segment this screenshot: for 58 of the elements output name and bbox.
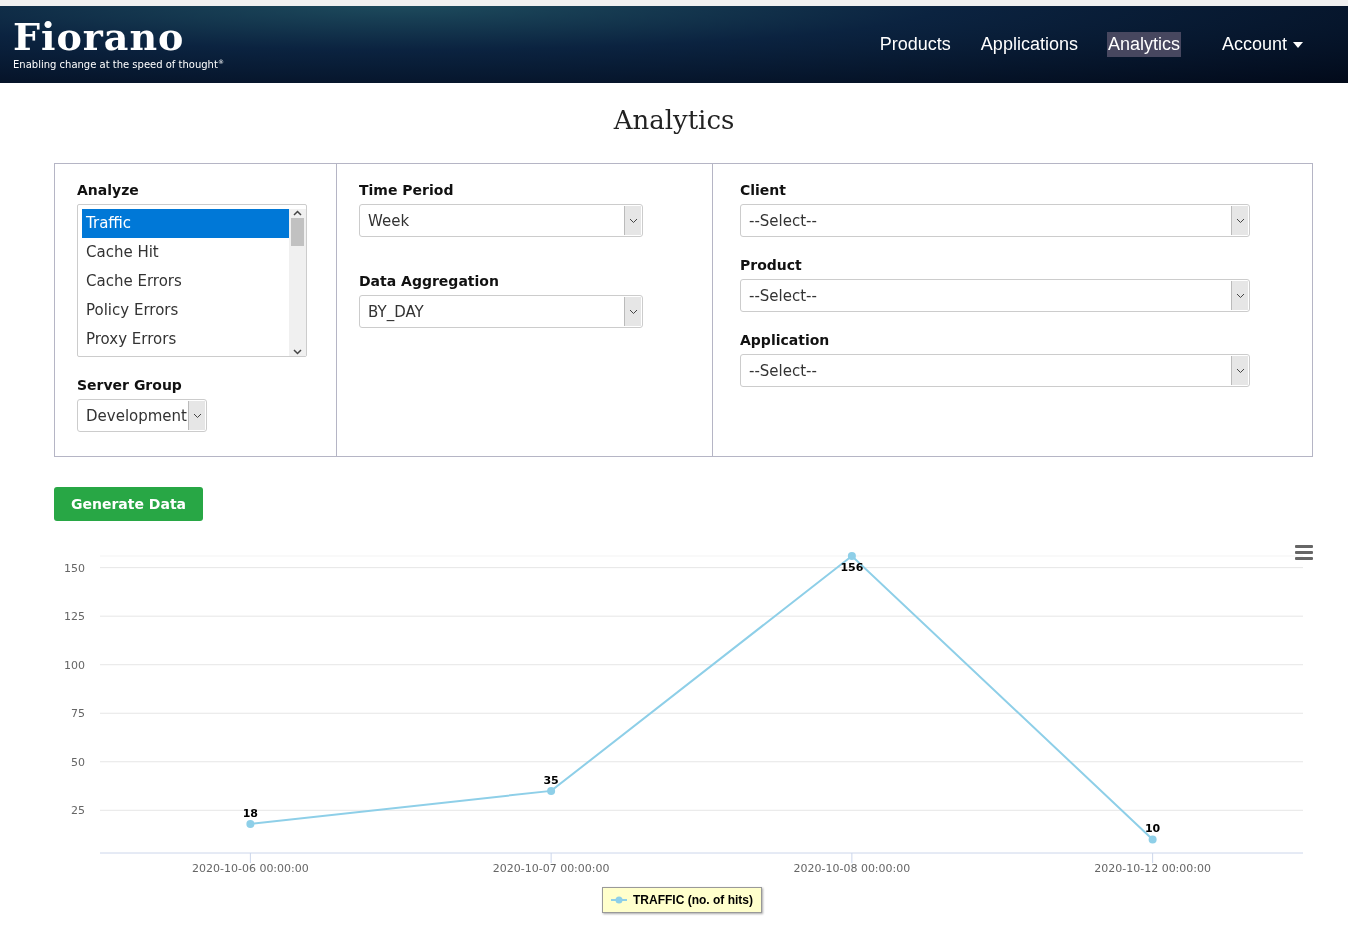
data-point — [847, 552, 856, 560]
field-label: Time Period — [359, 182, 455, 198]
y-axis-label: 25 — [71, 804, 85, 818]
field-label: Data Aggregation — [359, 273, 500, 289]
nav-link[interactable]: Applications — [979, 32, 1079, 57]
nav-link[interactable]: Products — [878, 32, 952, 57]
chevron-down-icon — [628, 308, 638, 315]
list-option[interactable]: Cache Errors — [82, 267, 289, 296]
field-label: Analyze — [77, 182, 140, 198]
chevron-down-icon — [192, 412, 202, 419]
dropdown-field[interactable]: Development — [77, 399, 207, 432]
chevron-down-icon — [1235, 292, 1245, 299]
list-option[interactable]: Proxy Errors — [82, 325, 289, 354]
scrollbar-thumb[interactable] — [291, 218, 304, 246]
field-label: Client — [740, 182, 788, 198]
scrollbar[interactable] — [289, 209, 306, 356]
dropdown-field[interactable]: BY_DAY — [359, 295, 643, 328]
data-label: 156 — [840, 561, 864, 574]
data-point — [547, 786, 556, 795]
chevron-down-icon[interactable] — [293, 347, 302, 356]
x-axis-label: 2020-10-07 00:00:00 — [492, 862, 610, 875]
data-label: 18 — [242, 806, 259, 820]
tagline: Enabling change at the speed of thought$^{®}$ — [13, 58, 224, 71]
menu-icon[interactable] — [1295, 545, 1313, 560]
caret-icon — [1293, 41, 1303, 48]
chevron-down-icon — [628, 217, 638, 224]
chevron-up-icon[interactable] — [293, 209, 302, 218]
field-label: Application — [740, 332, 831, 348]
chevron-down-icon — [1235, 367, 1245, 374]
chevron-down-icon — [1235, 217, 1245, 224]
x-axis-label: 2020-10-12 00:00:00 — [1094, 862, 1212, 875]
y-axis-label: 75 — [71, 707, 85, 721]
logo: Fiorano — [13, 18, 186, 57]
field-label: Server Group — [77, 377, 183, 393]
legend-line-icon — [611, 896, 627, 904]
dropdown-field[interactable]: Week — [359, 204, 643, 237]
nav-link[interactable]: Analytics — [1106, 32, 1181, 57]
x-axis-label: 2020-10-06 00:00:00 — [191, 862, 309, 875]
list-option[interactable]: Cache Hit — [82, 238, 289, 267]
dropdown-field[interactable]: --Select-- — [740, 354, 1250, 387]
y-axis-label: 125 — [64, 610, 85, 624]
data-label: 35 — [543, 773, 559, 787]
chart-legend[interactable]: TRAFFIC (no. of hits) — [602, 887, 762, 913]
list-option[interactable]: Policy Errors — [82, 296, 289, 325]
metric-listbox[interactable]: Traffic Cache Hit Cache Errors Policy Errors Proxy Errors — [77, 204, 307, 357]
data-label: 10 — [1144, 822, 1161, 836]
data-point — [246, 819, 255, 828]
x-axis-label: 2020-10-08 00:00:00 — [793, 862, 911, 875]
y-axis-label: 100 — [64, 658, 85, 672]
y-axis-label: 150 — [64, 561, 85, 575]
y-axis-label: 50 — [71, 755, 85, 769]
page-title: Analytics — [612, 105, 736, 135]
dropdown-field[interactable]: --Select-- — [740, 279, 1250, 312]
dropdown-field[interactable]: --Select-- — [740, 204, 1250, 237]
nav-link[interactable]: Account — [1220, 32, 1304, 57]
list-option[interactable]: Traffic — [82, 209, 289, 238]
data-point — [1148, 835, 1157, 844]
field-label: Product — [740, 257, 803, 273]
